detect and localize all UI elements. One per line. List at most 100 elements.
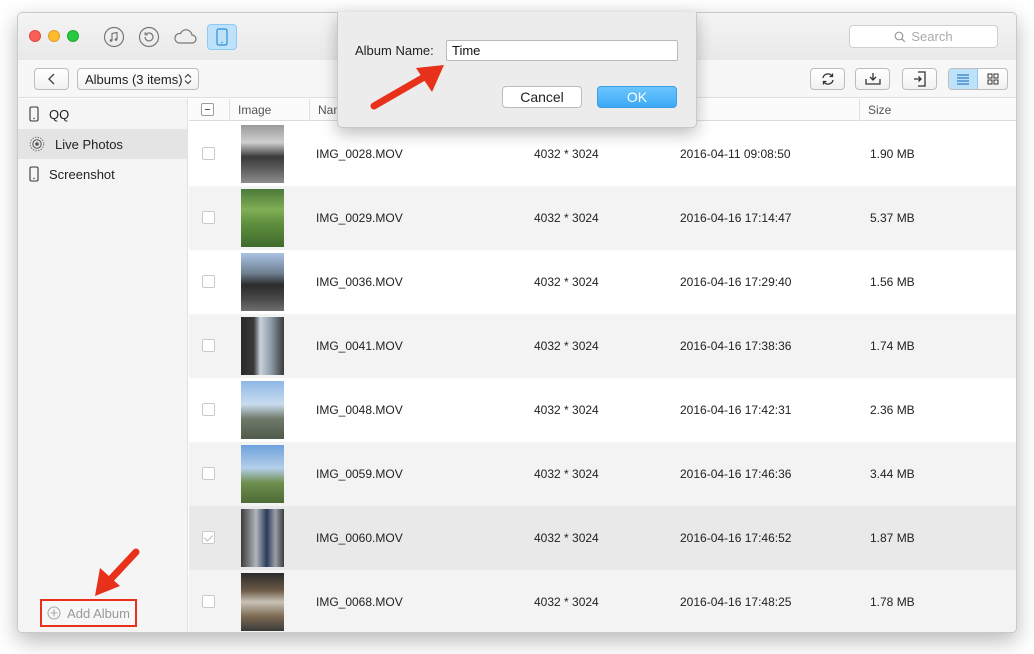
search-input[interactable]: Search xyxy=(849,25,998,48)
timestamp: 2016-04-16 17:14:47 xyxy=(680,211,792,225)
annotation-arrow-icon xyxy=(370,65,444,110)
phone-icon xyxy=(29,166,39,182)
list-icon xyxy=(957,74,969,85)
sidebar-item-screenshot[interactable]: Screenshot xyxy=(18,159,188,189)
album-name-input[interactable] xyxy=(446,40,678,61)
backup-restore-icon[interactable] xyxy=(134,24,164,50)
sidebar-item-qq[interactable]: QQ xyxy=(18,99,188,129)
album-select[interactable]: Albums (3 items) xyxy=(77,68,199,90)
download-tray-icon xyxy=(864,73,881,85)
select-all-checkbox[interactable] xyxy=(201,103,214,116)
timestamp: 2016-04-16 17:38:36 xyxy=(680,339,792,353)
file-size: 1.90 MB xyxy=(870,147,915,161)
resolution: 4032 * 3024 xyxy=(534,403,599,417)
resolution: 4032 * 3024 xyxy=(534,531,599,545)
video-thumbnail xyxy=(241,445,284,503)
refresh-button[interactable] xyxy=(810,68,845,90)
album-name-label: Album Name: xyxy=(355,43,434,58)
file-name: IMG_0029.MOV xyxy=(316,211,403,225)
table-row[interactable]: IMG_0028.MOV 4032 * 3024 2016-04-11 09:08:… xyxy=(189,122,1016,186)
import-icon xyxy=(913,71,926,87)
add-album-button[interactable]: Add Album xyxy=(40,599,137,627)
select-all-header xyxy=(189,99,229,121)
column-header-image[interactable]: Image xyxy=(229,99,309,121)
row-checkbox[interactable] xyxy=(202,595,215,608)
file-size: 5.37 MB xyxy=(870,211,915,225)
video-thumbnail xyxy=(241,381,284,439)
video-thumbnail xyxy=(241,509,284,567)
table-row[interactable]: IMG_0048.MOV 4032 * 3024 2016-04-16 17:42:… xyxy=(189,378,1016,442)
sidebar-item-live-photos[interactable]: Live Photos xyxy=(18,129,188,159)
list-view-button[interactable] xyxy=(949,69,979,89)
table-row[interactable]: IMG_0036.MOV 4032 * 3024 2016-04-16 17:29:… xyxy=(189,250,1016,314)
back-button[interactable] xyxy=(34,68,69,90)
file-name: IMG_0068.MOV xyxy=(316,595,403,609)
grid-view-button[interactable] xyxy=(978,69,1007,89)
file-name: IMG_0041.MOV xyxy=(316,339,403,353)
minimize-window-button[interactable] xyxy=(48,30,60,42)
device-icon[interactable] xyxy=(207,24,237,50)
file-name: IMG_0060.MOV xyxy=(316,531,403,545)
file-name: IMG_0048.MOV xyxy=(316,403,403,417)
timestamp: 2016-04-16 17:29:40 xyxy=(680,275,792,289)
timestamp: 2016-04-16 17:42:31 xyxy=(680,403,792,417)
chevron-left-icon xyxy=(47,73,54,85)
media-table: Image Nam me Size IMG_0028.MOV4032 * 302… xyxy=(189,99,1016,632)
file-name: IMG_0028.MOV xyxy=(316,147,403,161)
video-thumbnail xyxy=(241,573,284,631)
add-album-label: Add Album xyxy=(67,605,130,621)
file-size: 1.78 MB xyxy=(870,595,915,609)
cloud-icon[interactable] xyxy=(170,24,200,50)
row-checkbox[interactable] xyxy=(202,467,215,480)
file-size: 1.87 MB xyxy=(870,531,915,545)
search-icon xyxy=(894,31,906,42)
file-size: 3.44 MB xyxy=(870,467,915,481)
live-photo-icon xyxy=(29,136,45,152)
resolution: 4032 * 3024 xyxy=(534,147,599,161)
video-thumbnail xyxy=(241,317,284,375)
row-checkbox[interactable] xyxy=(202,275,215,288)
timestamp: 2016-04-16 17:48:25 xyxy=(680,595,792,609)
resolution: 4032 * 3024 xyxy=(534,275,599,289)
music-icon[interactable] xyxy=(99,24,129,50)
resolution: 4032 * 3024 xyxy=(534,595,599,609)
annotation-arrow-icon xyxy=(95,548,140,596)
sidebar-item-label: Live Photos xyxy=(55,136,123,152)
refresh-icon xyxy=(821,73,834,85)
row-checkbox[interactable] xyxy=(202,211,215,224)
grid-icon xyxy=(987,73,998,85)
phone-icon xyxy=(29,106,39,122)
row-checkbox[interactable] xyxy=(202,147,215,160)
table-row[interactable]: IMG_0041.MOV 4032 * 3024 2016-04-16 17:38:… xyxy=(189,314,1016,378)
file-size: 2.36 MB xyxy=(870,403,915,417)
timestamp: 2016-04-16 17:46:36 xyxy=(680,467,792,481)
file-name: IMG_0059.MOV xyxy=(316,467,403,481)
export-to-computer-button[interactable] xyxy=(855,68,890,90)
table-row[interactable]: IMG_0068.MOV 4032 * 3024 2016-04-16 17:48:… xyxy=(189,570,1016,632)
search-placeholder: Search xyxy=(911,29,953,44)
column-header-size[interactable]: Size xyxy=(859,99,1016,121)
plus-circle-icon xyxy=(47,606,61,620)
column-header-time[interactable]: me xyxy=(669,99,859,121)
file-size: 1.74 MB xyxy=(870,339,915,353)
resolution: 4032 * 3024 xyxy=(534,339,599,353)
close-window-button[interactable] xyxy=(29,30,41,42)
cancel-button[interactable]: Cancel xyxy=(502,86,582,108)
maximize-window-button[interactable] xyxy=(67,30,79,42)
updown-chevron-icon xyxy=(184,73,192,85)
row-checkbox[interactable] xyxy=(202,403,215,416)
file-name: IMG_0036.MOV xyxy=(316,275,403,289)
resolution: 4032 * 3024 xyxy=(534,211,599,225)
timestamp: 2016-04-11 09:08:50 xyxy=(680,147,791,161)
video-thumbnail xyxy=(241,125,284,183)
table-row[interactable]: IMG_0060.MOV 4032 * 3024 2016-04-16 17:46:… xyxy=(189,506,1016,570)
row-checkbox[interactable] xyxy=(202,339,215,352)
video-thumbnail xyxy=(241,253,284,311)
sidebar-item-label: QQ xyxy=(49,106,70,122)
row-checkbox[interactable] xyxy=(202,531,215,544)
table-row[interactable]: IMG_0059.MOV 4032 * 3024 2016-04-16 17:46:… xyxy=(189,442,1016,506)
import-button[interactable] xyxy=(902,68,937,90)
ok-button[interactable]: OK xyxy=(597,86,677,108)
table-row[interactable]: IMG_0029.MOV 4032 * 3024 2016-04-16 17:14:… xyxy=(189,186,1016,250)
view-mode-toggle xyxy=(948,68,1008,90)
